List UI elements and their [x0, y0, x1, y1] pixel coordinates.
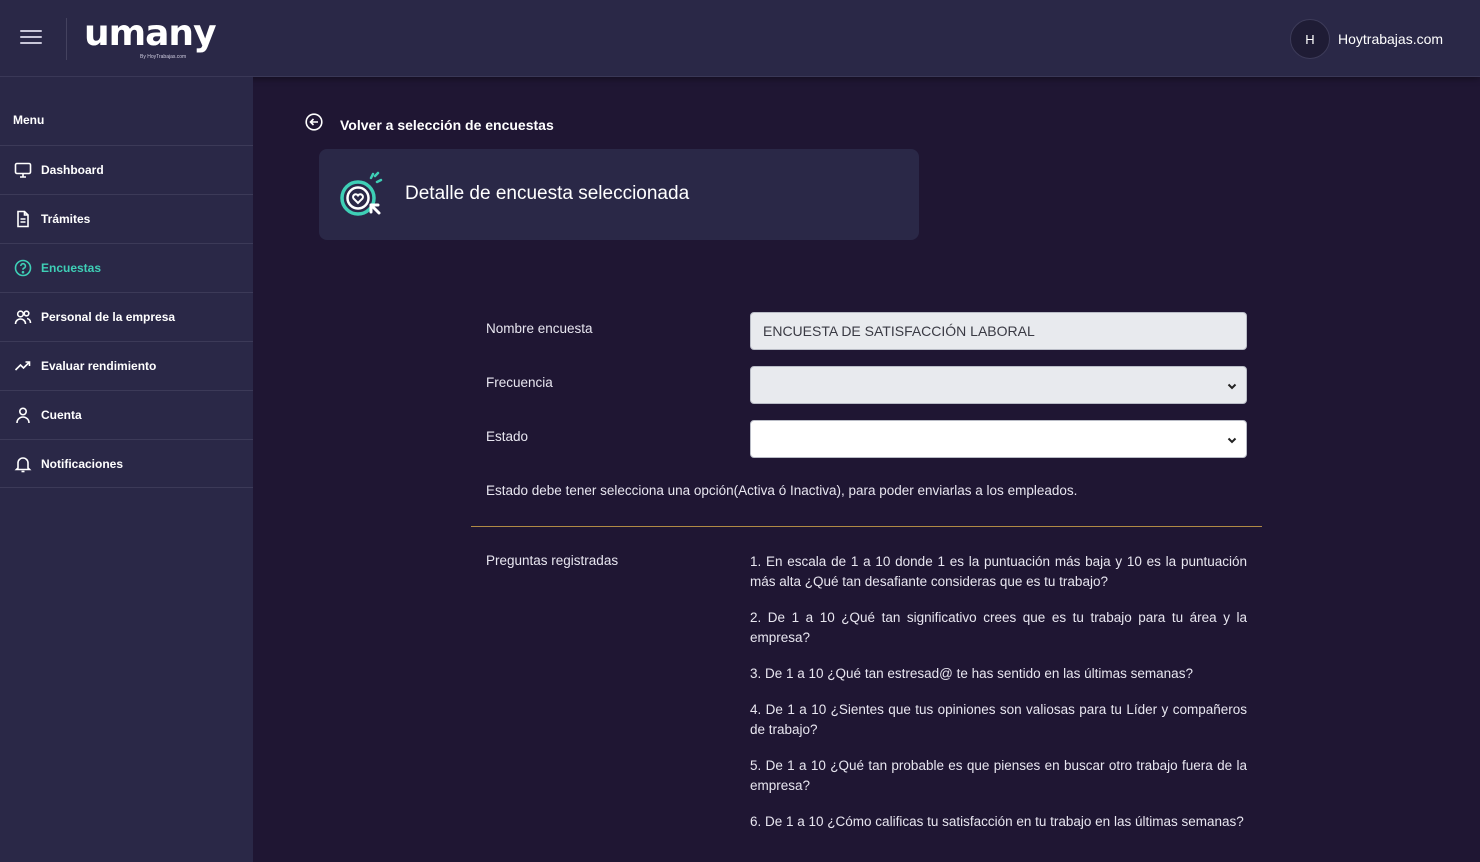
frequency-label: Frecuencia: [486, 375, 553, 390]
survey-heart-icon: [338, 170, 386, 218]
sidebar-item-personal[interactable]: Personal de la empresa: [0, 292, 253, 341]
question-item: 2. De 1 a 10 ¿Qué tan significativo cree…: [750, 610, 1247, 645]
users-icon: [14, 308, 32, 326]
status-select[interactable]: [750, 420, 1247, 458]
document-icon: [14, 210, 32, 228]
status-label: Estado: [486, 429, 529, 444]
menu-title: Menu: [13, 113, 45, 127]
back-link[interactable]: Volver a selección de encuestas: [305, 113, 554, 136]
header-divider: [66, 18, 67, 60]
logo[interactable]: umany By HoyTrabajas.com: [84, 13, 217, 62]
section-divider: [471, 526, 1262, 527]
chevron-down-icon: [1227, 383, 1237, 390]
sidebar-item-label: Evaluar rendimiento: [41, 359, 157, 373]
questions-label: Preguntas registradas: [486, 553, 619, 568]
survey-detail-card: Detalle de encuesta seleccionada: [319, 149, 919, 240]
chevron-down-icon: [1227, 437, 1237, 444]
sidebar-item-label: Encuestas: [41, 261, 102, 275]
hamburger-menu-icon[interactable]: [20, 30, 42, 46]
question-circle-icon: [14, 259, 32, 277]
sidebar-item-label: Cuenta: [41, 408, 82, 422]
sidebar-item-cuenta[interactable]: Cuenta: [0, 390, 253, 439]
sidebar-item-label: Notificaciones: [41, 456, 124, 471]
sidebar-item-label: Trámites: [41, 212, 91, 226]
frequency-select[interactable]: [750, 366, 1247, 404]
sidebar-item-label: Personal de la empresa: [41, 310, 176, 324]
monitor-icon: [14, 161, 32, 179]
top-header: umany By HoyTrabajas.com H Hoytrabajas.c…: [0, 0, 1480, 77]
logo-text: umany: [84, 13, 217, 54]
sidebar-item-evaluar[interactable]: Evaluar rendimiento: [0, 341, 253, 390]
question-item: 1. En escala de 1 a 10 donde 1 es la pun…: [750, 554, 1247, 589]
sidebar-item-label: Dashboard: [41, 163, 104, 177]
survey-name-label: Nombre encuesta: [486, 321, 593, 336]
questions-list: 1. En escala de 1 a 10 donde 1 es la pun…: [750, 552, 1247, 848]
sidebar-nav: Dashboard Trámites Encuestas Personal de…: [0, 145, 253, 488]
logo-subtitle: By HoyTrabajas.com: [140, 54, 187, 60]
sidebar-item-notificaciones[interactable]: Notificaciones: [0, 439, 253, 488]
bell-icon: [14, 455, 32, 473]
question-item: 4. De 1 a 10 ¿Sientes que tus opiniones …: [750, 702, 1247, 737]
question-item: 3. De 1 a 10 ¿Qué tan estresad@ te has s…: [750, 666, 1193, 681]
question-item: 5. De 1 a 10 ¿Qué tan probable es que pi…: [750, 758, 1247, 793]
status-helper-text: Estado debe tener selecciona una opción(…: [486, 483, 1078, 498]
trending-up-icon: [14, 357, 32, 375]
survey-name-field[interactable]: ENCUESTA DE SATISFACCIÓN LABORAL: [750, 312, 1247, 350]
back-arrow-icon: [305, 113, 323, 136]
user-icon: [14, 406, 32, 424]
sidebar-item-encuestas[interactable]: Encuestas: [0, 243, 253, 292]
sidebar-item-tramites[interactable]: Trámites: [0, 194, 253, 243]
sidebar: Menu Dashboard Trámites Encuestas Person…: [0, 77, 253, 862]
user-name[interactable]: Hoytrabajas.com: [1338, 31, 1443, 47]
avatar[interactable]: H: [1290, 19, 1330, 59]
sidebar-item-dashboard[interactable]: Dashboard: [0, 145, 253, 194]
back-link-label: Volver a selección de encuestas: [340, 116, 554, 133]
card-title: Detalle de encuesta seleccionada: [405, 183, 690, 204]
question-item: 6. De 1 a 10 ¿Cómo calificas tu satisfac…: [750, 814, 1244, 829]
